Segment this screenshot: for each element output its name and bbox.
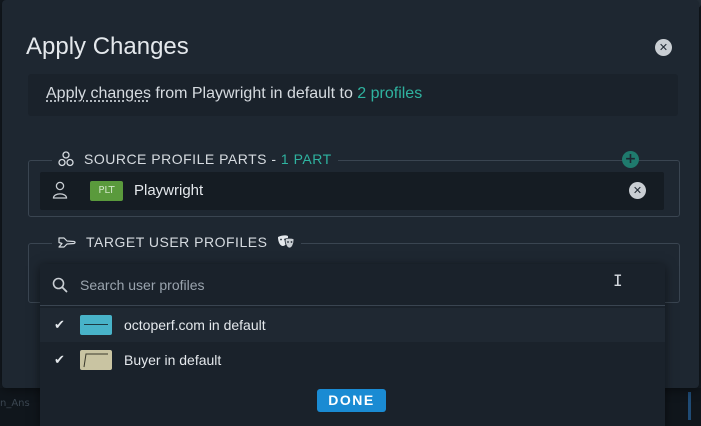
profile-option-label: octoperf.com in default bbox=[124, 317, 266, 333]
source-parts-legend: SOURCE PROFILE PARTS - 1 PART bbox=[52, 151, 338, 167]
profiles-link[interactable]: 2 profiles bbox=[357, 85, 422, 102]
background-text: n_Ans bbox=[0, 398, 30, 409]
profiles-dropdown: I ✔ octoperf.com in default ✔ Buyer in d… bbox=[40, 264, 665, 426]
source-parts-label: SOURCE PROFILE PARTS - bbox=[84, 151, 281, 167]
search-bar: I bbox=[40, 264, 665, 306]
profile-option[interactable]: ✔ octoperf.com in default bbox=[40, 308, 665, 342]
check-icon: ✔ bbox=[54, 352, 65, 368]
profile-thumbnail bbox=[80, 350, 112, 370]
part-badge: PLT bbox=[90, 181, 123, 201]
target-profiles-legend: TARGET USER PROFILES bbox=[52, 234, 302, 250]
source-parts-count: 1 PART bbox=[280, 151, 332, 167]
summary-banner: Apply changes from Playwright in default… bbox=[28, 74, 678, 116]
remove-part-icon[interactable]: ✕ bbox=[629, 182, 646, 199]
part-name: Playwright bbox=[134, 182, 204, 199]
close-icon[interactable]: ✕ bbox=[655, 39, 672, 56]
target-profiles-label: TARGET USER PROFILES bbox=[86, 234, 268, 250]
user-icon bbox=[52, 181, 68, 199]
dialog-title: Apply Changes bbox=[26, 33, 189, 60]
profile-option-label: Buyer in default bbox=[124, 352, 222, 368]
search-input[interactable] bbox=[80, 274, 620, 296]
summary-text: Apply changes from Playwright in default… bbox=[46, 85, 422, 103]
airplane-icon bbox=[58, 237, 76, 248]
summary-middle: from Playwright in default to bbox=[150, 85, 358, 102]
search-icon bbox=[52, 277, 68, 293]
summary-prefix[interactable]: Apply changes bbox=[46, 85, 151, 102]
parts-icon bbox=[58, 151, 74, 167]
profile-option[interactable]: ✔ Buyer in default bbox=[40, 343, 665, 377]
plus-icon[interactable]: + bbox=[622, 151, 639, 168]
done-button[interactable]: DONE bbox=[317, 389, 386, 412]
profile-thumbnail bbox=[80, 315, 112, 335]
check-icon: ✔ bbox=[54, 317, 65, 333]
source-part-row: PLT Playwright ✕ bbox=[40, 172, 664, 210]
masks-icon bbox=[278, 235, 295, 249]
background-bar bbox=[688, 392, 691, 420]
text-cursor-icon: I bbox=[613, 271, 623, 290]
